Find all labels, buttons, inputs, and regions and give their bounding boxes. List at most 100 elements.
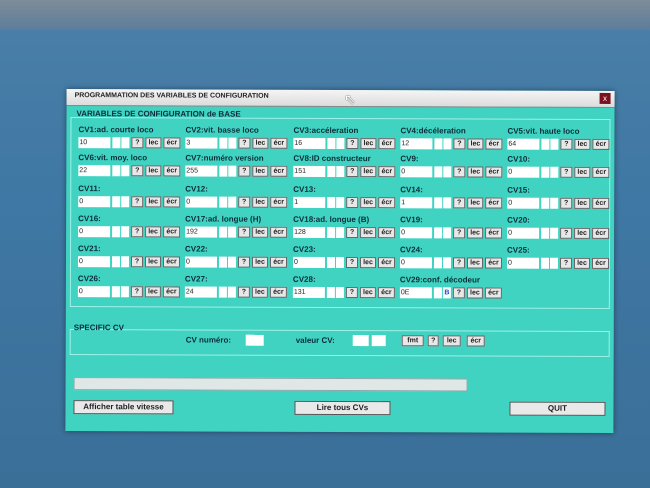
cv-help-button[interactable]: ? bbox=[131, 196, 144, 208]
cv-help-button[interactable]: ? bbox=[346, 166, 359, 178]
cv-aux-field[interactable] bbox=[219, 226, 228, 238]
cv-aux-field-2[interactable] bbox=[442, 257, 452, 269]
cv-value-input[interactable]: 22 bbox=[78, 165, 111, 177]
close-icon[interactable]: x bbox=[599, 92, 611, 104]
cv-aux-field-2[interactable] bbox=[120, 256, 130, 268]
cv-ecr-button[interactable]: écr bbox=[592, 166, 610, 178]
cv-aux-field[interactable] bbox=[434, 138, 443, 150]
cv-help-button[interactable]: ? bbox=[345, 257, 359, 269]
cv-value-input[interactable]: 0 bbox=[507, 197, 540, 209]
lire-tous-cvs-button[interactable]: Lire tous CVs bbox=[294, 400, 391, 416]
cv-value-input[interactable]: 0 bbox=[77, 256, 111, 268]
cv-value-input[interactable]: 0 bbox=[400, 227, 433, 239]
cv-ecr-button[interactable]: écr bbox=[269, 256, 288, 268]
cv-lec-button[interactable]: lec bbox=[467, 197, 484, 209]
cv-lec-button[interactable]: lec bbox=[252, 165, 269, 177]
cv-ecr-button[interactable]: écr bbox=[162, 256, 181, 268]
cv-help-button[interactable]: ? bbox=[238, 196, 251, 208]
cv-help-button[interactable]: ? bbox=[559, 257, 573, 269]
cv-aux-field-2[interactable] bbox=[336, 165, 345, 178]
cv-lec-button[interactable]: lec bbox=[466, 257, 484, 269]
cv-aux-field-2[interactable] bbox=[550, 166, 559, 178]
cv-aux-field-2[interactable] bbox=[121, 165, 130, 177]
cv-aux-field[interactable] bbox=[326, 256, 336, 268]
cv-aux-field[interactable] bbox=[327, 226, 336, 238]
valeur-cv-input[interactable] bbox=[352, 335, 369, 347]
cv-help-button[interactable]: ? bbox=[345, 287, 358, 299]
cv-lec-button[interactable]: lec bbox=[252, 137, 269, 149]
cv-lec-button[interactable]: lec bbox=[145, 165, 162, 177]
cv-lec-button[interactable]: lec bbox=[144, 256, 162, 268]
cv-aux-field[interactable] bbox=[112, 196, 121, 208]
cv-help-button[interactable]: ? bbox=[560, 138, 573, 150]
cv-value-input[interactable]: 24 bbox=[184, 286, 217, 298]
cv-ecr-button[interactable]: écr bbox=[163, 226, 181, 238]
cv-value-input[interactable]: 3 bbox=[185, 137, 218, 149]
cv-ecr-button[interactable]: écr bbox=[485, 197, 503, 209]
cv-lec-button[interactable]: lec bbox=[251, 286, 268, 298]
fmt-button[interactable]: fmt bbox=[401, 335, 424, 347]
cv-ecr-button[interactable]: écr bbox=[377, 287, 395, 299]
cv-aux-field[interactable] bbox=[433, 287, 442, 299]
cv-lec-button[interactable]: lec bbox=[360, 197, 377, 209]
cv-ecr-button[interactable]: écr bbox=[270, 137, 288, 149]
cv-help-button[interactable]: ? bbox=[346, 227, 359, 239]
cv-value-input[interactable]: 0 bbox=[292, 256, 326, 268]
cv-aux-field-2[interactable] bbox=[227, 256, 237, 268]
afficher-table-vitesse-button[interactable]: Afficher table vitesse bbox=[73, 400, 174, 415]
cv-aux-field[interactable] bbox=[433, 257, 443, 269]
cv-help-button[interactable]: ? bbox=[238, 137, 251, 149]
cv-aux-field[interactable] bbox=[218, 286, 227, 298]
cv-help-button[interactable]: ? bbox=[453, 227, 466, 239]
cv-help-button[interactable]: ? bbox=[560, 227, 573, 239]
cv-aux-field-2[interactable] bbox=[121, 226, 130, 238]
cv-value-input[interactable]: 0 bbox=[507, 227, 540, 239]
cv-help-button[interactable]: ? bbox=[237, 256, 251, 268]
cv-help-button[interactable]: ? bbox=[346, 138, 359, 150]
cv-aux-field-2[interactable] bbox=[335, 256, 345, 269]
cv-lec-button[interactable]: lec bbox=[360, 227, 377, 239]
cv-lec-button[interactable]: lec bbox=[360, 138, 377, 150]
specific-lec-button[interactable]: lec bbox=[442, 335, 461, 347]
cv-lec-button[interactable]: lec bbox=[466, 287, 483, 299]
valeur-cv-input-2[interactable] bbox=[371, 335, 386, 347]
cv-ecr-button[interactable]: écr bbox=[162, 286, 180, 298]
cv-value-input[interactable]: 192 bbox=[185, 226, 218, 238]
cv-aux-field[interactable] bbox=[219, 137, 228, 149]
cv-lec-button[interactable]: lec bbox=[574, 227, 591, 239]
cv-ecr-button[interactable]: écr bbox=[377, 257, 396, 269]
cv-aux-field-2[interactable] bbox=[550, 227, 559, 239]
cv-value-input[interactable]: 10 bbox=[78, 137, 111, 149]
cv-lec-button[interactable]: lec bbox=[573, 257, 591, 269]
cv-help-button[interactable]: ? bbox=[560, 197, 573, 209]
specific-ecr-button[interactable]: écr bbox=[466, 335, 485, 347]
cv-aux-field-2[interactable] bbox=[443, 138, 452, 150]
cv-aux-field-2[interactable] bbox=[121, 196, 130, 208]
cv-lec-button[interactable]: lec bbox=[145, 226, 162, 238]
cv-aux-field-2[interactable] bbox=[228, 165, 237, 177]
cv-value-input[interactable]: 0 bbox=[506, 257, 540, 269]
cv-value-input[interactable]: 12 bbox=[400, 138, 433, 150]
cv-lec-button[interactable]: lec bbox=[145, 196, 162, 208]
cv-help-button[interactable]: ? bbox=[452, 287, 465, 299]
cv-aux-field-2[interactable] bbox=[336, 196, 345, 209]
cv-help-button[interactable]: ? bbox=[346, 197, 359, 209]
cv-value-input[interactable]: 151 bbox=[293, 165, 326, 177]
cv-aux-field-2[interactable] bbox=[443, 166, 452, 178]
cv-aux-field[interactable] bbox=[327, 196, 336, 208]
cv-lec-button[interactable]: lec bbox=[252, 196, 269, 208]
cv-lec-button[interactable]: lec bbox=[359, 257, 377, 269]
cv-value-input[interactable]: 131 bbox=[292, 286, 325, 298]
cv-value-input[interactable]: 16 bbox=[293, 137, 326, 149]
cv-value-input[interactable]: 0 bbox=[399, 257, 433, 269]
cv-aux-field[interactable] bbox=[434, 197, 443, 209]
cv-value-input[interactable]: 64 bbox=[507, 138, 540, 150]
specific-help-button[interactable]: ? bbox=[427, 335, 439, 347]
cv-aux-field[interactable] bbox=[327, 165, 336, 177]
cv-value-input[interactable]: 1 bbox=[293, 196, 326, 208]
cv-aux-field[interactable] bbox=[541, 227, 550, 239]
cv-ecr-button[interactable]: écr bbox=[270, 226, 288, 238]
cv-value-input[interactable]: 0 bbox=[77, 286, 110, 298]
cv-help-button[interactable]: ? bbox=[130, 286, 143, 298]
cv-help-button[interactable]: ? bbox=[237, 286, 250, 298]
